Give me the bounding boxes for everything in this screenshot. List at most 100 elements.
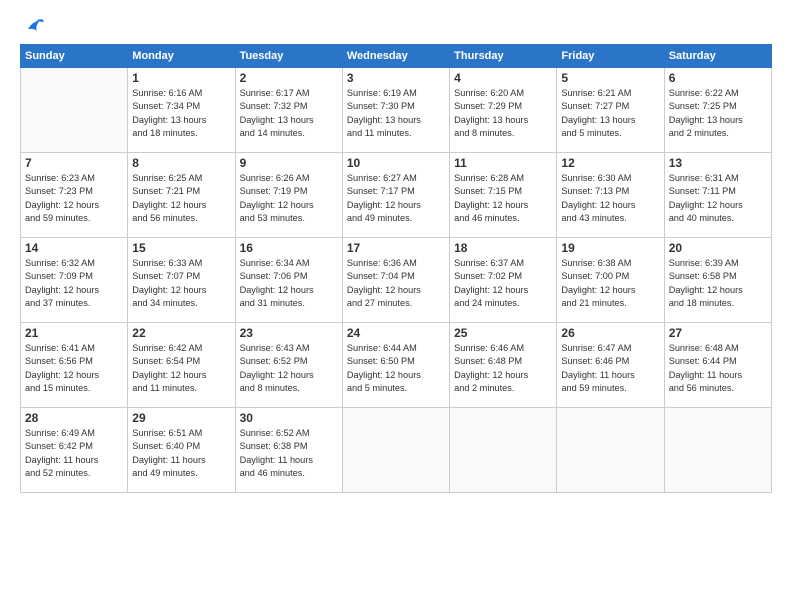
day-info: Sunrise: 6:28 AMSunset: 7:15 PMDaylight:…	[454, 172, 552, 225]
day-number: 19	[561, 241, 659, 255]
calendar-cell: 2Sunrise: 6:17 AMSunset: 7:32 PMDaylight…	[235, 68, 342, 153]
calendar-cell: 14 Sunrise: 6:32 AMSunset: 7:09 PMDayligh…	[21, 238, 128, 323]
day-number: 21	[25, 326, 123, 340]
calendar-cell	[664, 408, 771, 493]
calendar-cell: 12 Sunrise: 6:30 AMSunset: 7:13 PMDayligh…	[557, 153, 664, 238]
day-info: Sunrise: 6:52 AMSunset: 6:38 PMDaylight:…	[240, 427, 338, 480]
calendar-header-row: SundayMondayTuesdayWednesdayThursdayFrid…	[21, 45, 772, 68]
calendar-header-monday: Monday	[128, 45, 235, 68]
day-info: Sunrise: 6:30 AMSunset: 7:13 PMDaylight:…	[561, 172, 659, 225]
day-info: Sunrise: 6:43 AMSunset: 6:52 PMDaylight:…	[240, 342, 338, 395]
day-info: Sunrise: 6:41 AMSunset: 6:56 PMDaylight:…	[25, 342, 123, 395]
calendar-week-row: 1Sunrise: 6:16 AMSunset: 7:34 PMDaylight…	[21, 68, 772, 153]
day-info: Sunrise: 6:39 AMSunset: 6:58 PMDaylight:…	[669, 257, 767, 310]
calendar-header-wednesday: Wednesday	[342, 45, 449, 68]
day-info: Sunrise: 6:21 AMSunset: 7:27 PMDaylight:…	[561, 87, 659, 140]
day-number: 11	[454, 156, 552, 170]
day-number: 3	[347, 71, 445, 85]
day-number: 13	[669, 156, 767, 170]
calendar-cell: 29Sunrise: 6:51 AMSunset: 6:40 PMDayligh…	[128, 408, 235, 493]
calendar-cell: 13 Sunrise: 6:31 AMSunset: 7:11 PMDayligh…	[664, 153, 771, 238]
day-number: 7	[25, 156, 123, 170]
calendar-cell: 8 Sunrise: 6:25 AMSunset: 7:21 PMDaylight…	[128, 153, 235, 238]
calendar-header-thursday: Thursday	[450, 45, 557, 68]
logo	[20, 16, 44, 36]
page: SundayMondayTuesdayWednesdayThursdayFrid…	[0, 0, 792, 612]
calendar-cell: 28 Sunrise: 6:49 AMSunset: 6:42 PMDayligh…	[21, 408, 128, 493]
calendar-cell: 7 Sunrise: 6:23 AMSunset: 7:23 PMDaylight…	[21, 153, 128, 238]
calendar-cell: 3 Sunrise: 6:19 AMSunset: 7:30 PMDaylight…	[342, 68, 449, 153]
day-info: Sunrise: 6:36 AMSunset: 7:04 PMDaylight:…	[347, 257, 445, 310]
day-number: 12	[561, 156, 659, 170]
calendar-header-tuesday: Tuesday	[235, 45, 342, 68]
calendar-cell: 30 Sunrise: 6:52 AMSunset: 6:38 PMDayligh…	[235, 408, 342, 493]
day-info: Sunrise: 6:46 AMSunset: 6:48 PMDaylight:…	[454, 342, 552, 395]
day-number: 25	[454, 326, 552, 340]
day-info: Sunrise: 6:23 AMSunset: 7:23 PMDaylight:…	[25, 172, 123, 225]
day-number: 23	[240, 326, 338, 340]
calendar-header-sunday: Sunday	[21, 45, 128, 68]
calendar-week-row: 28 Sunrise: 6:49 AMSunset: 6:42 PMDayligh…	[21, 408, 772, 493]
calendar-cell: 17 Sunrise: 6:36 AMSunset: 7:04 PMDayligh…	[342, 238, 449, 323]
day-number: 4	[454, 71, 552, 85]
day-info: Sunrise: 6:44 AMSunset: 6:50 PMDaylight:…	[347, 342, 445, 395]
day-number: 14	[25, 241, 123, 255]
calendar-cell: 10 Sunrise: 6:27 AMSunset: 7:17 PMDayligh…	[342, 153, 449, 238]
day-number: 1	[132, 71, 230, 85]
calendar-cell: 23 Sunrise: 6:43 AMSunset: 6:52 PMDayligh…	[235, 323, 342, 408]
day-info: Sunrise: 6:25 AMSunset: 7:21 PMDaylight:…	[132, 172, 230, 225]
day-number: 20	[669, 241, 767, 255]
calendar-cell: 22Sunrise: 6:42 AMSunset: 6:54 PMDayligh…	[128, 323, 235, 408]
calendar-cell: 21 Sunrise: 6:41 AMSunset: 6:56 PMDayligh…	[21, 323, 128, 408]
calendar-cell: 4 Sunrise: 6:20 AMSunset: 7:29 PMDaylight…	[450, 68, 557, 153]
calendar-cell: 18Sunrise: 6:37 AMSunset: 7:02 PMDayligh…	[450, 238, 557, 323]
day-info: Sunrise: 6:27 AMSunset: 7:17 PMDaylight:…	[347, 172, 445, 225]
calendar-header-friday: Friday	[557, 45, 664, 68]
calendar-cell: 1Sunrise: 6:16 AMSunset: 7:34 PMDaylight…	[128, 68, 235, 153]
day-info: Sunrise: 6:26 AMSunset: 7:19 PMDaylight:…	[240, 172, 338, 225]
day-info: Sunrise: 6:48 AMSunset: 6:44 PMDaylight:…	[669, 342, 767, 395]
day-info: Sunrise: 6:34 AMSunset: 7:06 PMDaylight:…	[240, 257, 338, 310]
calendar-cell	[450, 408, 557, 493]
day-info: Sunrise: 6:20 AMSunset: 7:29 PMDaylight:…	[454, 87, 552, 140]
day-info: Sunrise: 6:49 AMSunset: 6:42 PMDaylight:…	[25, 427, 123, 480]
calendar-week-row: 7 Sunrise: 6:23 AMSunset: 7:23 PMDaylight…	[21, 153, 772, 238]
day-number: 17	[347, 241, 445, 255]
day-number: 10	[347, 156, 445, 170]
day-number: 24	[347, 326, 445, 340]
day-number: 22	[132, 326, 230, 340]
day-info: Sunrise: 6:19 AMSunset: 7:30 PMDaylight:…	[347, 87, 445, 140]
calendar-cell: 26Sunrise: 6:47 AMSunset: 6:46 PMDayligh…	[557, 323, 664, 408]
logo-bird-icon	[22, 16, 44, 38]
day-info: Sunrise: 6:32 AMSunset: 7:09 PMDaylight:…	[25, 257, 123, 310]
calendar-cell: 24 Sunrise: 6:44 AMSunset: 6:50 PMDayligh…	[342, 323, 449, 408]
day-info: Sunrise: 6:22 AMSunset: 7:25 PMDaylight:…	[669, 87, 767, 140]
calendar-cell: 25 Sunrise: 6:46 AMSunset: 6:48 PMDayligh…	[450, 323, 557, 408]
day-number: 28	[25, 411, 123, 425]
day-number: 9	[240, 156, 338, 170]
day-number: 16	[240, 241, 338, 255]
calendar-cell: 6Sunrise: 6:22 AMSunset: 7:25 PMDaylight…	[664, 68, 771, 153]
calendar-cell: 19 Sunrise: 6:38 AMSunset: 7:00 PMDayligh…	[557, 238, 664, 323]
day-number: 30	[240, 411, 338, 425]
day-number: 15	[132, 241, 230, 255]
calendar-week-row: 14 Sunrise: 6:32 AMSunset: 7:09 PMDayligh…	[21, 238, 772, 323]
day-info: Sunrise: 6:38 AMSunset: 7:00 PMDaylight:…	[561, 257, 659, 310]
logo-text	[20, 16, 44, 38]
calendar-cell	[342, 408, 449, 493]
day-number: 26	[561, 326, 659, 340]
calendar-cell	[21, 68, 128, 153]
calendar-cell: 20 Sunrise: 6:39 AMSunset: 6:58 PMDayligh…	[664, 238, 771, 323]
day-number: 29	[132, 411, 230, 425]
day-info: Sunrise: 6:37 AMSunset: 7:02 PMDaylight:…	[454, 257, 552, 310]
day-info: Sunrise: 6:17 AMSunset: 7:32 PMDaylight:…	[240, 87, 338, 140]
day-info: Sunrise: 6:33 AMSunset: 7:07 PMDaylight:…	[132, 257, 230, 310]
day-info: Sunrise: 6:31 AMSunset: 7:11 PMDaylight:…	[669, 172, 767, 225]
calendar-cell: 15 Sunrise: 6:33 AMSunset: 7:07 PMDayligh…	[128, 238, 235, 323]
calendar-table: SundayMondayTuesdayWednesdayThursdayFrid…	[20, 44, 772, 493]
calendar-header-saturday: Saturday	[664, 45, 771, 68]
day-number: 8	[132, 156, 230, 170]
day-number: 5	[561, 71, 659, 85]
calendar-week-row: 21 Sunrise: 6:41 AMSunset: 6:56 PMDayligh…	[21, 323, 772, 408]
calendar-cell	[557, 408, 664, 493]
